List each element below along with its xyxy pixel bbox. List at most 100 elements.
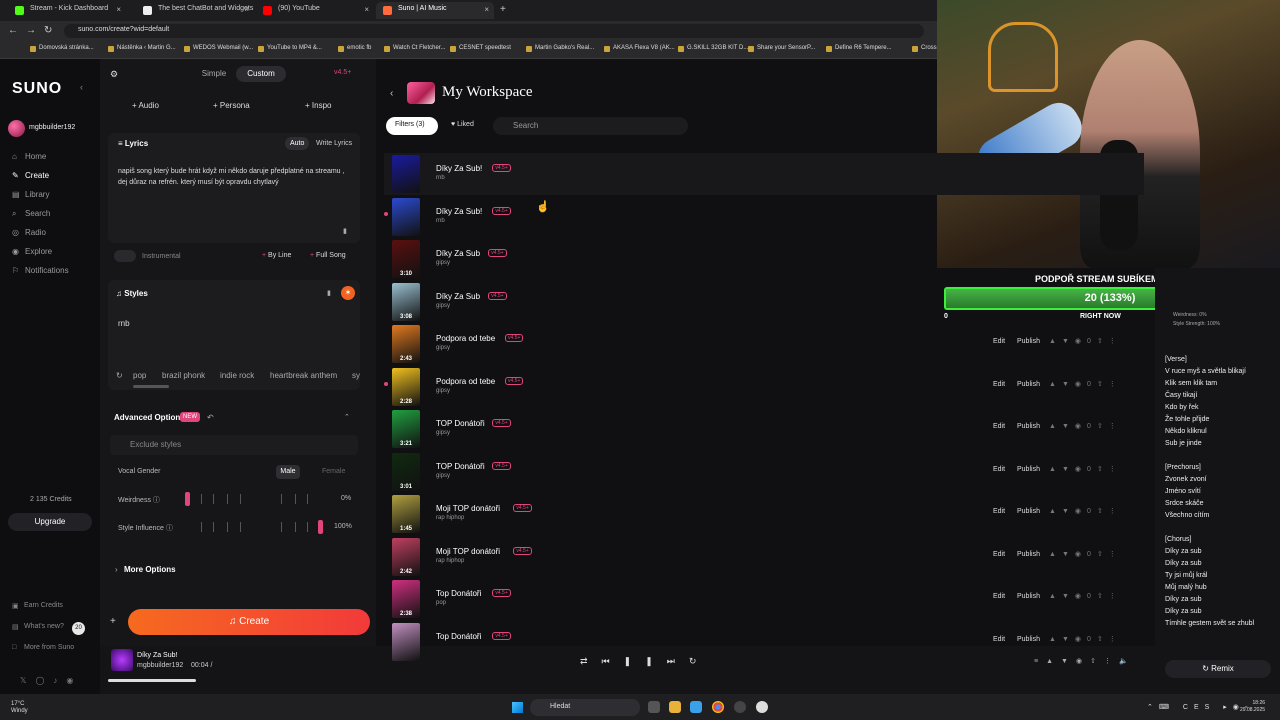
thumbs-down-icon[interactable]: ▼ — [1062, 423, 1075, 430]
thumbs-down-icon[interactable]: ▼ — [1062, 551, 1075, 558]
model-selector[interactable]: v4.5+ — [334, 69, 351, 76]
song-title[interactable]: TOP Donátoři — [436, 462, 485, 471]
share-icon[interactable]: ⇧ — [1097, 338, 1109, 345]
bookmark-item[interactable]: Share your SensorP... — [748, 45, 815, 52]
publish-button[interactable]: Publish — [1017, 423, 1040, 430]
thumbs-down-icon[interactable]: ▼ — [1062, 338, 1075, 345]
workspace-title[interactable]: My Workspace — [442, 84, 533, 101]
thumbs-down-icon[interactable]: ▼ — [1062, 381, 1075, 388]
bookmark-item[interactable]: Define R6 Tempere... — [826, 45, 892, 52]
more-icon[interactable]: ⋮ — [1109, 636, 1122, 643]
song-row[interactable]: Top Donátoři v4.5+ Edit Publish ▲▼◉0⇧⋮ — [384, 621, 1144, 663]
thumbs-up-icon[interactable]: ▲ — [1049, 423, 1062, 430]
share-icon[interactable]: ⇧ — [1097, 423, 1109, 430]
song-cover[interactable]: 2:38 — [392, 580, 420, 618]
sidebar-item-notifications[interactable]: ⚐ Notifications — [12, 266, 69, 275]
lyrics-input[interactable]: napiš song který bude hrát když mi někdo… — [118, 166, 346, 188]
player-cover[interactable] — [111, 649, 133, 671]
player-artist[interactable]: mgbbuilder192 — [137, 662, 183, 669]
trash-icon[interactable]: ▮ — [327, 289, 331, 297]
song-row[interactable]: 3:21 TOP Donátoři v4.5+ gipsy Edit Publish ▲▼◉… — [384, 408, 1144, 450]
thumbs-up-icon[interactable]: ▲ — [1049, 508, 1062, 515]
song-title[interactable]: Moji TOP donátoři — [436, 504, 500, 513]
edit-button[interactable]: Edit — [993, 593, 1005, 600]
song-title[interactable]: Top Donátoři — [436, 589, 481, 598]
style-tag[interactable]: heartbreak anthem — [270, 371, 337, 380]
bookmark-item[interactable]: Martin Gabko's Real... — [526, 45, 594, 52]
thumbs-down-icon[interactable]: ▼ — [1062, 636, 1075, 643]
gear-icon[interactable]: ⚙ — [110, 69, 118, 80]
reload-icon[interactable]: ↻ — [44, 25, 52, 36]
undo-icon[interactable]: ↶ — [207, 413, 214, 422]
share-icon[interactable]: ⇧ — [1097, 593, 1109, 600]
more-icon[interactable]: ⋮ — [1109, 593, 1122, 600]
share-icon[interactable]: ⇧ — [1097, 381, 1109, 388]
trash-icon[interactable]: ▮ — [343, 227, 347, 235]
publish-button[interactable]: Publish — [1017, 466, 1040, 473]
comment-icon[interactable]: ◉ — [1075, 381, 1087, 388]
comment-icon[interactable]: ◉ — [1075, 551, 1087, 558]
song-title[interactable]: Díky Za Sub — [436, 292, 480, 301]
player-title[interactable]: Díky Za Sub! — [137, 652, 177, 659]
sidebar-item-search[interactable]: ⌕ Search — [12, 209, 50, 218]
style-tag[interactable]: pop — [133, 371, 146, 380]
avatar[interactable] — [8, 120, 25, 137]
song-title[interactable]: Díky Za Sub! — [436, 207, 482, 216]
more-icon[interactable]: ⋮ — [1109, 338, 1122, 345]
thumbs-down-icon[interactable]: ▼ — [1062, 508, 1075, 515]
clock[interactable]: 18:26 29.08.2025 — [1240, 700, 1265, 714]
comment-icon[interactable]: ◉ — [1075, 636, 1087, 643]
sidebar-footer-item[interactable]: ▣ Earn Credits — [12, 602, 63, 610]
song-cover[interactable]: 2:43 — [392, 325, 420, 363]
close-icon[interactable]: × — [244, 5, 249, 14]
song-row[interactable]: 3:10 Díky Za Sub v4.5+ gipsy — [384, 238, 1144, 280]
windows-start-icon[interactable] — [512, 702, 523, 713]
thumbs-up-icon[interactable]: ▲ — [1049, 593, 1062, 600]
write-lyrics-button[interactable]: Write Lyrics — [311, 137, 357, 150]
mode-custom-button[interactable]: Custom — [236, 66, 286, 82]
song-row[interactable]: 3:01 TOP Donátoři v4.5+ gipsy Edit Publish ▲▼◉… — [384, 451, 1144, 493]
comment-icon[interactable]: ◉ — [1075, 423, 1087, 430]
share-icon[interactable]: ⇧ — [1097, 508, 1109, 515]
full-song-button[interactable]: + Full Song — [310, 252, 346, 259]
close-icon[interactable]: × — [364, 5, 369, 14]
sidebar-item-library[interactable]: ▤ Library — [12, 190, 49, 199]
chrome-icon[interactable] — [712, 701, 724, 713]
add-inspo-button[interactable]: + Inspo — [305, 101, 331, 117]
system-tray[interactable]: ⌃⌨ CES ▸◉▫ — [1147, 703, 1253, 711]
edit-button[interactable]: Edit — [993, 636, 1005, 643]
collapse-sidebar-icon[interactable]: ‹ — [80, 82, 83, 92]
chevron-up-icon[interactable]: ⌃ — [344, 413, 350, 421]
suno-logo[interactable]: SUNO — [12, 80, 62, 98]
more-icon[interactable]: ⋮ — [1109, 381, 1122, 388]
sidebar-footer-item[interactable]: □ More from Suno — [12, 644, 74, 651]
bookmark-item[interactable]: Cross — [912, 45, 937, 52]
upgrade-button[interactable]: Upgrade — [8, 513, 92, 531]
song-cover[interactable] — [392, 622, 420, 661]
username[interactable]: mgbbuilder192 — [29, 124, 75, 131]
song-cover[interactable]: 3:10 — [392, 240, 420, 278]
add-audio-button[interactable]: + Audio — [132, 101, 159, 117]
bookmark-item[interactable]: G.SKILL 32GB KIT D... — [678, 45, 748, 52]
thumbs-down-icon[interactable]: ▼ — [1062, 466, 1075, 473]
song-row[interactable]: 2:38 Top Donátoři v4.5+ pop Edit Publish ▲▼◉0⇧… — [384, 578, 1144, 620]
thumbs-up-icon[interactable]: ▲ — [1049, 466, 1062, 473]
mode-simple-button[interactable]: Simple — [196, 66, 232, 82]
exclude-styles-input[interactable]: Exclude styles — [110, 435, 358, 455]
publish-button[interactable]: Publish — [1017, 551, 1040, 558]
song-title[interactable]: TOP Donátoři — [436, 419, 485, 428]
share-icon[interactable]: ⇧ — [1097, 466, 1109, 473]
comment-icon[interactable]: ◉ — [1075, 593, 1087, 600]
add-persona-button[interactable]: + Persona — [213, 101, 250, 117]
bookmark-item[interactable]: Domovská stránka... — [30, 45, 94, 52]
store-icon[interactable] — [690, 701, 702, 713]
song-row[interactable]: Díky Za Sub! v4.5+ rnb — [384, 196, 1144, 238]
file-explorer-icon[interactable] — [669, 701, 681, 713]
sidebar-item-create[interactable]: ✎ Create — [12, 171, 49, 180]
comment-icon[interactable]: ◉ — [1075, 466, 1087, 473]
song-title[interactable]: Díky Za Sub! — [436, 164, 482, 173]
workspace-search-input[interactable]: Search — [493, 117, 688, 135]
style-influence-slider[interactable] — [180, 519, 330, 535]
edit-button[interactable]: Edit — [993, 423, 1005, 430]
publish-button[interactable]: Publish — [1017, 338, 1040, 345]
